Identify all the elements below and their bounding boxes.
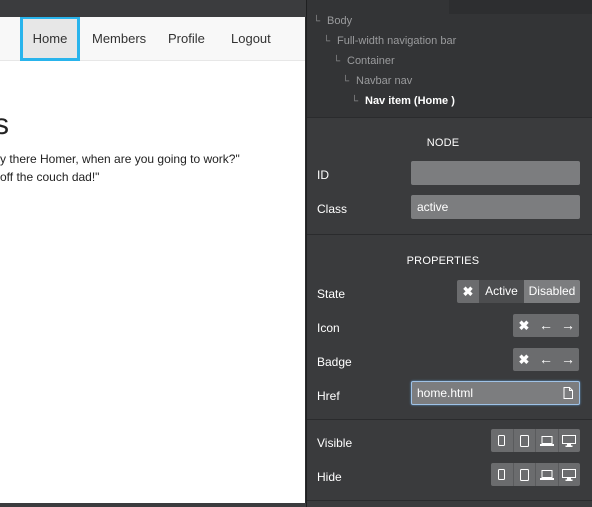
id-field[interactable]: [411, 161, 580, 185]
page-canvas[interactable]: Home Members Profile Logout s y there Ho…: [0, 17, 305, 503]
hide-label: Hide: [317, 470, 342, 484]
inspector-panel: └ Body └ Full-width navigation bar └ Contai…: [306, 0, 592, 507]
state-label: State: [317, 287, 346, 301]
quote-line-2: off the couch dad!": [0, 170, 100, 184]
phone-icon[interactable]: [491, 429, 514, 452]
phone-icon[interactable]: [491, 463, 514, 486]
state-segmented-control: ✖ Active Disabled: [457, 280, 580, 303]
badge-label: Badge: [317, 355, 352, 369]
canvas-bottom-bar: [0, 503, 306, 507]
node-section-title: NODE: [426, 137, 460, 149]
tree-branch-icon: └: [323, 36, 331, 47]
class-label: Class: [317, 202, 348, 216]
tree-branch-icon: └: [351, 96, 359, 107]
tree-item-body[interactable]: └ Body: [313, 12, 352, 30]
tablet-icon[interactable]: [514, 463, 536, 486]
navbar: Home Members Profile Logout: [0, 17, 305, 61]
nav-item-home[interactable]: Home: [23, 17, 77, 61]
nav-item-profile[interactable]: Profile: [168, 17, 205, 61]
tree-item-container[interactable]: └ Container: [333, 52, 395, 70]
href-value: home.html: [417, 386, 474, 400]
canvas-top-bar: [0, 0, 306, 17]
node-tree: └ Body └ Full-width navigation bar └ Contai…: [307, 0, 592, 117]
tree-item-nav-item-home[interactable]: └ Nav item (Home ): [351, 92, 455, 110]
page-heading: s: [0, 108, 9, 141]
badge-next-arrow-right-icon[interactable]: →: [557, 348, 579, 371]
visible-label: Visible: [317, 436, 353, 450]
desktop-icon[interactable]: [559, 463, 581, 486]
tree-branch-icon: └: [313, 16, 321, 27]
divider: [307, 419, 592, 420]
href-label: Href: [317, 389, 340, 403]
app-window: Home Members Profile Logout s y there Ho…: [0, 0, 592, 507]
tree-branch-icon: └: [342, 76, 350, 87]
hide-device-control: [491, 463, 580, 486]
visible-device-control: [491, 429, 580, 452]
class-field[interactable]: active: [411, 195, 580, 219]
divider: [307, 234, 592, 235]
tablet-icon[interactable]: [514, 429, 536, 452]
state-disabled-option[interactable]: Disabled: [524, 280, 580, 303]
laptop-icon[interactable]: [536, 463, 559, 486]
tree-header-tab: [449, 0, 592, 14]
icon-next-arrow-right-icon[interactable]: →: [557, 314, 579, 337]
nav-item-members[interactable]: Members: [92, 17, 146, 61]
laptop-icon[interactable]: [536, 429, 559, 452]
state-clear-x-icon[interactable]: ✖: [457, 280, 479, 303]
file-icon[interactable]: [563, 387, 573, 399]
icon-prev-arrow-left-icon[interactable]: ←: [535, 314, 557, 337]
icon-control: ✖ ← →: [513, 314, 579, 337]
icon-clear-x-icon[interactable]: ✖: [513, 314, 535, 337]
quote-line-1: y there Homer, when are you going to wor…: [0, 152, 240, 166]
tree-branch-icon: └: [333, 56, 341, 67]
badge-prev-arrow-left-icon[interactable]: ←: [535, 348, 557, 371]
icon-label: Icon: [317, 321, 340, 335]
desktop-icon[interactable]: [559, 429, 581, 452]
divider: [307, 500, 592, 501]
nav-item-logout[interactable]: Logout: [231, 17, 271, 61]
divider: [307, 117, 592, 118]
tree-item-navbar-nav[interactable]: └ Navbar nav: [342, 72, 412, 90]
id-label: ID: [317, 168, 329, 182]
badge-clear-x-icon[interactable]: ✖: [513, 348, 535, 371]
state-active-option[interactable]: Active: [479, 280, 524, 303]
tree-item-navigation-bar[interactable]: └ Full-width navigation bar: [323, 32, 456, 50]
badge-control: ✖ ← →: [513, 348, 579, 371]
properties-section-title: PROPERTIES: [406, 255, 480, 267]
href-field[interactable]: home.html: [411, 381, 580, 405]
